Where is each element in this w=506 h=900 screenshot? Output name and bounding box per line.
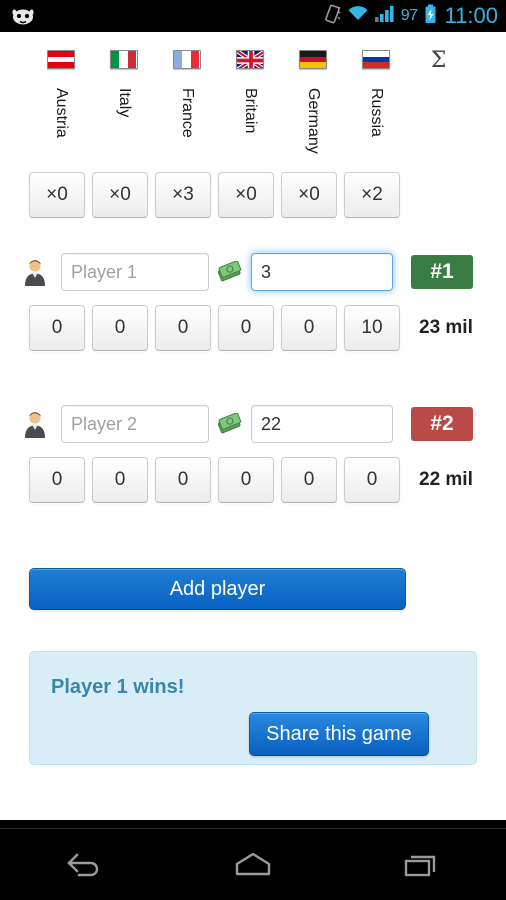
flag-austria-icon <box>46 50 75 69</box>
cyanogenmod-logo-icon <box>8 6 38 26</box>
player-2-score-france[interactable]: 0 <box>155 457 211 503</box>
flag-russia-icon <box>361 50 390 69</box>
player-2-score-italy[interactable]: 0 <box>92 457 148 503</box>
vibrate-icon <box>324 4 341 29</box>
player-2-money-input[interactable] <box>251 405 393 443</box>
multiplier-button-italy[interactable]: ×0 <box>92 172 148 218</box>
multiplier-row: ×0 ×0 ×3 ×0 ×0 ×2 <box>29 172 400 218</box>
flag-britain-icon <box>235 50 264 69</box>
navbar-separator <box>0 820 506 828</box>
signal-bars-icon <box>374 5 395 28</box>
country-column-britain: Britain <box>218 32 281 162</box>
player-avatar-icon <box>22 258 48 286</box>
country-label-germany: Germany <box>304 88 322 154</box>
country-label-italy: Italy <box>115 88 133 118</box>
player-1-score-russia[interactable]: 10 <box>344 305 400 351</box>
money-banknotes-icon <box>217 412 242 435</box>
status-bar-icons: 97 11:00 <box>324 4 498 29</box>
flag-france-icon <box>172 50 201 69</box>
status-bar: 97 11:00 <box>0 0 506 32</box>
player-avatar-icon <box>22 410 48 438</box>
country-label-russia: Russia <box>367 88 385 137</box>
flag-germany-icon <box>298 50 327 69</box>
money-banknotes-icon <box>217 260 242 283</box>
android-navigation-bar <box>0 828 506 900</box>
player-2-score-germany[interactable]: 0 <box>281 457 337 503</box>
multiplier-button-austria[interactable]: ×0 <box>29 172 85 218</box>
winner-message: Player 1 wins! <box>51 676 185 698</box>
recent-apps-icon[interactable] <box>367 839 477 891</box>
player-1-header: #1 <box>22 253 473 291</box>
player-2-score-austria[interactable]: 0 <box>29 457 85 503</box>
country-column-russia: Russia <box>344 32 407 162</box>
country-column-france: France <box>155 32 218 162</box>
player-1-score-britain[interactable]: 0 <box>218 305 274 351</box>
player-1-rank-badge: #1 <box>411 255 473 289</box>
player-1-score-germany[interactable]: 0 <box>281 305 337 351</box>
back-arrow-icon[interactable] <box>29 839 139 891</box>
country-header-row: Austria Italy France Britain Germany Rus… <box>0 32 506 162</box>
home-icon[interactable] <box>198 839 308 891</box>
country-column-germany: Germany <box>281 32 344 162</box>
player-1-score-italy[interactable]: 0 <box>92 305 148 351</box>
add-player-button[interactable]: Add player <box>29 568 406 610</box>
player-1-score-france[interactable]: 0 <box>155 305 211 351</box>
player-1-total-label: 23 mil <box>419 317 473 338</box>
battery-charging-icon <box>424 4 437 29</box>
sigma-total-icon: Σ <box>430 48 447 73</box>
result-alert: Player 1 wins! Share this game <box>29 651 477 765</box>
player-2-header: #2 <box>22 405 473 443</box>
player-2-rank-badge: #2 <box>411 407 473 441</box>
country-label-britain: Britain <box>241 88 259 134</box>
player-1-score-row: 0 0 0 0 0 10 23 mil <box>29 305 473 351</box>
country-label-austria: Austria <box>52 88 70 138</box>
player-1-money-input[interactable] <box>251 253 393 291</box>
multiplier-button-britain[interactable]: ×0 <box>218 172 274 218</box>
multiplier-button-france[interactable]: ×3 <box>155 172 211 218</box>
share-game-button[interactable]: Share this game <box>249 712 429 756</box>
country-label-france: France <box>178 88 196 138</box>
clock-label: 11:00 <box>444 3 498 28</box>
player-2-score-britain[interactable]: 0 <box>218 457 274 503</box>
player-2-score-row: 0 0 0 0 0 0 22 mil <box>29 457 473 503</box>
app-content: Austria Italy France Britain Germany Rus… <box>0 32 506 828</box>
country-column-italy: Italy <box>92 32 155 162</box>
player-2-total-label: 22 mil <box>419 469 473 490</box>
multiplier-button-germany[interactable]: ×0 <box>281 172 337 218</box>
country-column-austria: Austria <box>29 32 92 162</box>
player-1-score-austria[interactable]: 0 <box>29 305 85 351</box>
multiplier-button-russia[interactable]: ×2 <box>344 172 400 218</box>
battery-percent-label: 97 <box>400 7 418 24</box>
player-2-name-input[interactable] <box>61 405 209 443</box>
player-2-score-russia[interactable]: 0 <box>344 457 400 503</box>
country-column-total: Σ <box>407 32 470 162</box>
player-1-name-input[interactable] <box>61 253 209 291</box>
flag-italy-icon <box>109 50 138 69</box>
wifi-icon <box>347 5 369 28</box>
